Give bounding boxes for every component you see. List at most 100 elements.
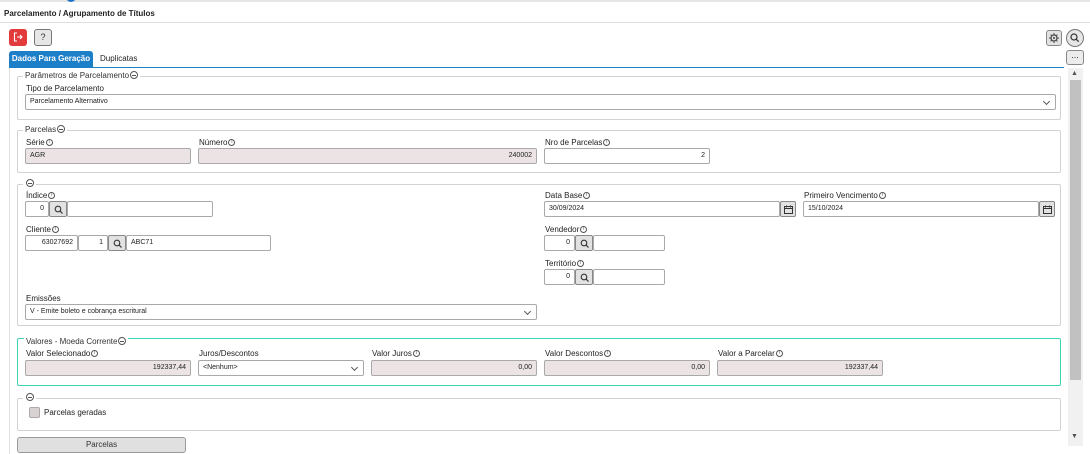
cliente-name-field[interactable]: ABC71 [126,235,271,251]
valor-selecionado-label-text: Valor Selecionado [26,349,91,358]
chevron-down-icon [523,307,532,316]
help-button[interactable]: ? [34,29,52,46]
juros-descontos-value: <Nenhum> [203,364,238,371]
primeiro-vencimento-label: Primeiro Vencimento i [804,191,886,200]
help-icon: ? [40,32,46,42]
territorio-description-field[interactable] [593,269,665,285]
chevron-down-icon [1042,97,1051,106]
vendedor-label: Vendedor i [545,225,588,234]
cliente-label: Cliente i [26,225,59,234]
calendar-icon [784,205,793,214]
serie-label: Série i [26,138,53,147]
primeiro-vencimento-field[interactable]: 15/10/2024 [803,201,1039,217]
parcelas-legend: Parcelas [23,125,68,134]
indice-label-text: Índice [26,191,48,200]
gear-icon [1049,33,1059,43]
info-icon: i [228,139,236,146]
emissoes-label: Emissões [26,294,61,303]
page-title: Parcelamento / Agrupamento de Títulos [4,9,155,18]
serie-field[interactable]: AGR [25,148,191,164]
data-base-calendar-button[interactable] [780,201,796,217]
tipo-parcelamento-select[interactable]: Parcelamento Alternativo [25,94,1056,110]
emissoes-select[interactable]: V - Emite boleto e cobrança escritural [25,304,537,320]
nro-parcelas-label-text: Nro de Parcelas [545,138,603,147]
more-icon: ... [1071,50,1079,60]
search-icon [580,273,589,282]
cliente-search-button[interactable] [108,235,126,251]
valor-juros-field[interactable]: 0,00 [371,360,537,376]
info-icon: i [604,350,612,357]
valor-a-parcelar-label-text: Valor a Parcelar [718,349,775,358]
numero-field[interactable]: 240002 [198,148,537,164]
valor-descontos-label: Valor Descontos i [545,349,612,358]
numero-label: Número i [199,138,236,147]
settings-button[interactable] [1046,30,1062,46]
valor-a-parcelar-field[interactable]: 192337,44 [717,360,883,376]
valores-title: Valores - Moeda Corrente [26,337,118,346]
territorio-label: Território i [545,259,585,268]
parcelas-title: Parcelas [25,125,57,134]
parcelas-button[interactable]: Parcelas [17,437,186,453]
collapse-icon[interactable] [130,71,139,79]
info-icon: i [878,192,886,199]
exit-icon [13,32,23,42]
info-icon: i [45,139,53,146]
parametros-legend: Parâmetros de Parcelamento [23,71,141,80]
vendedor-code-field[interactable]: 0 [544,235,575,251]
search-icon [54,205,63,214]
serie-label-text: Série [26,138,45,147]
territorio-label-text: Território [545,259,577,268]
info-icon: i [583,192,591,199]
nro-parcelas-field[interactable]: 2 [544,148,710,164]
valor-a-parcelar-label: Valor a Parcelar i [718,349,783,358]
cliente-code-field[interactable]: 63027692 [25,235,78,251]
valor-juros-label: Valor Juros i [372,349,420,358]
collapse-icon[interactable] [26,393,34,401]
tab-duplicatas[interactable]: Duplicatas [100,51,137,67]
parametros-title: Parâmetros de Parcelamento [25,71,130,80]
search-icon [113,239,122,248]
vendedor-description-field[interactable] [593,235,665,251]
nro-parcelas-label: Nro de Parcelas i [545,138,611,147]
territorio-search-button[interactable] [575,269,593,285]
info-icon: i [603,139,611,146]
calendar-icon [1043,205,1052,214]
chevron-down-icon [350,363,359,372]
collapse-icon[interactable] [26,179,34,187]
primeiro-vencimento-calendar-button[interactable] [1039,201,1055,217]
scroll-down-arrow-icon[interactable]: ▼ [1071,433,1078,440]
scrollbar-thumb[interactable] [1070,80,1081,380]
valores-legend: Valores - Moeda Corrente [24,337,129,346]
indice-description-field[interactable] [67,201,213,217]
indice-code-field[interactable]: 0 [25,201,49,217]
scroll-up-arrow-icon[interactable]: ▲ [1071,70,1078,77]
geradas-section [17,398,1061,431]
vendedor-label-text: Vendedor [545,225,580,234]
vendedor-search-button[interactable] [575,235,593,251]
more-options-button[interactable]: ... [1066,50,1084,65]
info-icon: i [48,192,56,199]
search-icon [1070,33,1080,43]
valor-descontos-field[interactable]: 0,00 [544,360,710,376]
info-icon: i [775,350,783,357]
cliente-seq-field[interactable]: 1 [78,235,108,251]
juros-descontos-label: Juros/Descontos [199,349,259,358]
tipo-parcelamento-label: Tipo de Parcelamento [26,84,104,93]
valor-selecionado-label: Valor Selecionado i [26,349,99,358]
indice-label: Índice i [26,191,56,200]
data-base-field[interactable]: 30/09/2024 [544,201,780,217]
collapse-icon[interactable] [118,337,127,345]
juros-descontos-select[interactable]: <Nenhum> [198,360,364,376]
indice-search-button[interactable] [49,201,67,217]
territorio-code-field[interactable]: 0 [544,269,575,285]
parcelas-geradas-checkbox[interactable] [29,407,40,418]
top-border [0,0,1090,2]
primeiro-vencimento-label-text: Primeiro Vencimento [804,191,878,200]
valor-selecionado-field[interactable]: 192337,44 [25,360,191,376]
exit-button[interactable] [9,29,27,46]
geradas-legend [23,393,36,402]
global-search-button[interactable] [1066,29,1084,47]
tab-dados-para-geracao[interactable]: Dados Para Geração [9,51,93,67]
collapse-icon[interactable] [57,125,66,133]
emissoes-value: V - Emite boleto e cobrança escritural [30,308,147,315]
